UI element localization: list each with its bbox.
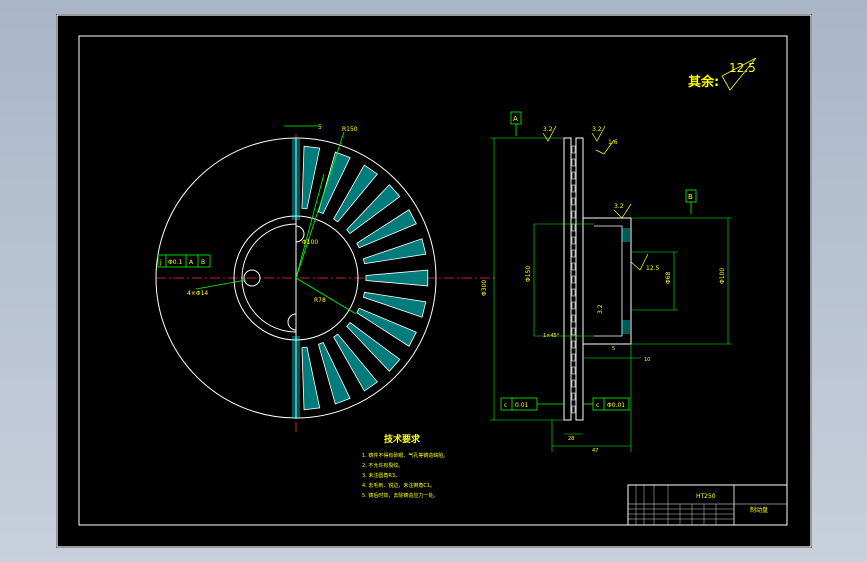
svg-text:0.01: 0.01 [515, 402, 529, 409]
roughness-f: 12.5 [646, 265, 660, 272]
vane-slot [571, 379, 576, 388]
tech-req-item: 5. 铸后时效，去除铸造应力一处。 [362, 492, 438, 499]
vane-slot [571, 223, 576, 232]
svg-text:Φ0.01: Φ0.01 [607, 402, 625, 409]
vent-vane [362, 291, 427, 318]
tech-req-item: 4. 去毛刺、锐边，未注倒角C1。 [362, 482, 435, 489]
title-block: HT250 制动盘 [627, 484, 788, 526]
hole-callout: 4×Φ14 [187, 290, 208, 297]
svg-text:c: c [596, 402, 599, 409]
dim-leader-inner [295, 277, 357, 315]
vane-slot [571, 366, 576, 375]
title-block-material: HT250 [696, 493, 716, 500]
sheet-border [56, 14, 812, 548]
vane-slot [571, 301, 576, 310]
section-hatch-bottom [292, 336, 300, 418]
hub-hatch-top [622, 228, 630, 242]
dim-width: 28 [568, 436, 574, 442]
vane-slot [571, 392, 576, 401]
vent-vane [301, 346, 321, 411]
vane-slot [571, 288, 576, 297]
side-view: A B Φ300 Φ150 Φ68 Φ100 28 47 10 5 1×45° … [481, 111, 732, 454]
title-block-part-name: 制动盘 [750, 506, 768, 514]
dim-total: 47 [592, 448, 598, 454]
drawing-frame [78, 35, 788, 526]
dim-t1: 5 [612, 346, 615, 352]
dim-chamfer: 1×45° [543, 333, 560, 339]
svg-text:Φ0.1: Φ0.1 [168, 259, 182, 266]
vane-slot [571, 275, 576, 284]
roughness-b: 3.2 [592, 126, 602, 133]
tech-req-item: 1. 铸件不得有砂眼、气孔等铸造缺陷。 [362, 452, 448, 459]
hole-leader [195, 279, 247, 290]
tech-req-title: 技术要求 [384, 433, 421, 445]
svg-text:A: A [189, 259, 194, 266]
dim-bore: Φ68 [665, 271, 672, 284]
surface-finish-label: 其余: [688, 74, 719, 90]
vane-slot [571, 405, 576, 414]
datum-b: B [688, 193, 693, 201]
dim-thickness: 5 [318, 124, 322, 131]
vent-vane [365, 269, 429, 287]
section-hatch-top [292, 138, 300, 220]
vane-slots [571, 145, 576, 414]
disc-plate-right [575, 137, 584, 421]
vane-slot [571, 249, 576, 258]
roughness-a: 3.2 [543, 126, 553, 133]
vane-slot [571, 210, 576, 219]
dim-hub-dia: Φ150 [525, 266, 532, 282]
tech-req-item: 3. 未注圆角R3。 [362, 472, 400, 479]
cad-drawing: 其余: 12.5 R150 Φ100 R78 5 4×Φ14 j Φ0.1 A … [56, 14, 812, 548]
feature-control-frame: j Φ0.1 A B [157, 254, 211, 268]
vane-slot [571, 158, 576, 167]
drawing-viewport[interactable]: 其余: 12.5 R150 Φ100 R78 5 4×Φ14 j Φ0.1 A … [56, 14, 812, 548]
frame-left: c 0.01 [500, 397, 564, 411]
dim-disc-dia: Φ300 [481, 280, 488, 296]
svg-text:B: B [201, 259, 205, 266]
dim-inner: R78 [314, 297, 326, 304]
disc-plate-left [563, 137, 572, 421]
svg-text:c: c [504, 402, 507, 409]
roughness-d: 3.2 [614, 203, 624, 210]
svg-text:j: j [159, 259, 162, 266]
frame-right: c Φ0.01 [583, 397, 630, 411]
dim-t2: 10 [644, 357, 650, 363]
roughness-c: 1.6 [608, 139, 618, 146]
datum-a: A [513, 115, 518, 123]
hub-hat-inner [594, 225, 623, 337]
vane-slot [571, 314, 576, 323]
dim-boss: Φ100 [719, 268, 726, 284]
vane-slot [571, 197, 576, 206]
hub-hatch-bottom [622, 320, 630, 334]
dim-pcd: Φ100 [302, 239, 318, 246]
vane-slot [571, 327, 576, 336]
vane-slot [571, 145, 576, 154]
vent-vane [362, 238, 427, 265]
vane-slot [571, 340, 576, 349]
roughness-e: 3.2 [597, 304, 604, 314]
technical-requirements: 技术要求 1. 铸件不得有砂眼、气孔等铸造缺陷。 2. 不允许有裂纹。 3. 未… [362, 433, 448, 499]
vane-slot [571, 236, 576, 245]
vane-slot [571, 262, 576, 271]
bolt-hole-half [287, 313, 297, 331]
dim-outer: R150 [342, 126, 358, 133]
tech-req-item: 2. 不允许有裂纹。 [362, 462, 403, 469]
vane-slot [571, 171, 576, 180]
vane-slot [571, 353, 576, 362]
front-view: R150 Φ100 R78 5 4×Φ14 j Φ0.1 A B [155, 124, 496, 434]
vane-slot [571, 184, 576, 193]
